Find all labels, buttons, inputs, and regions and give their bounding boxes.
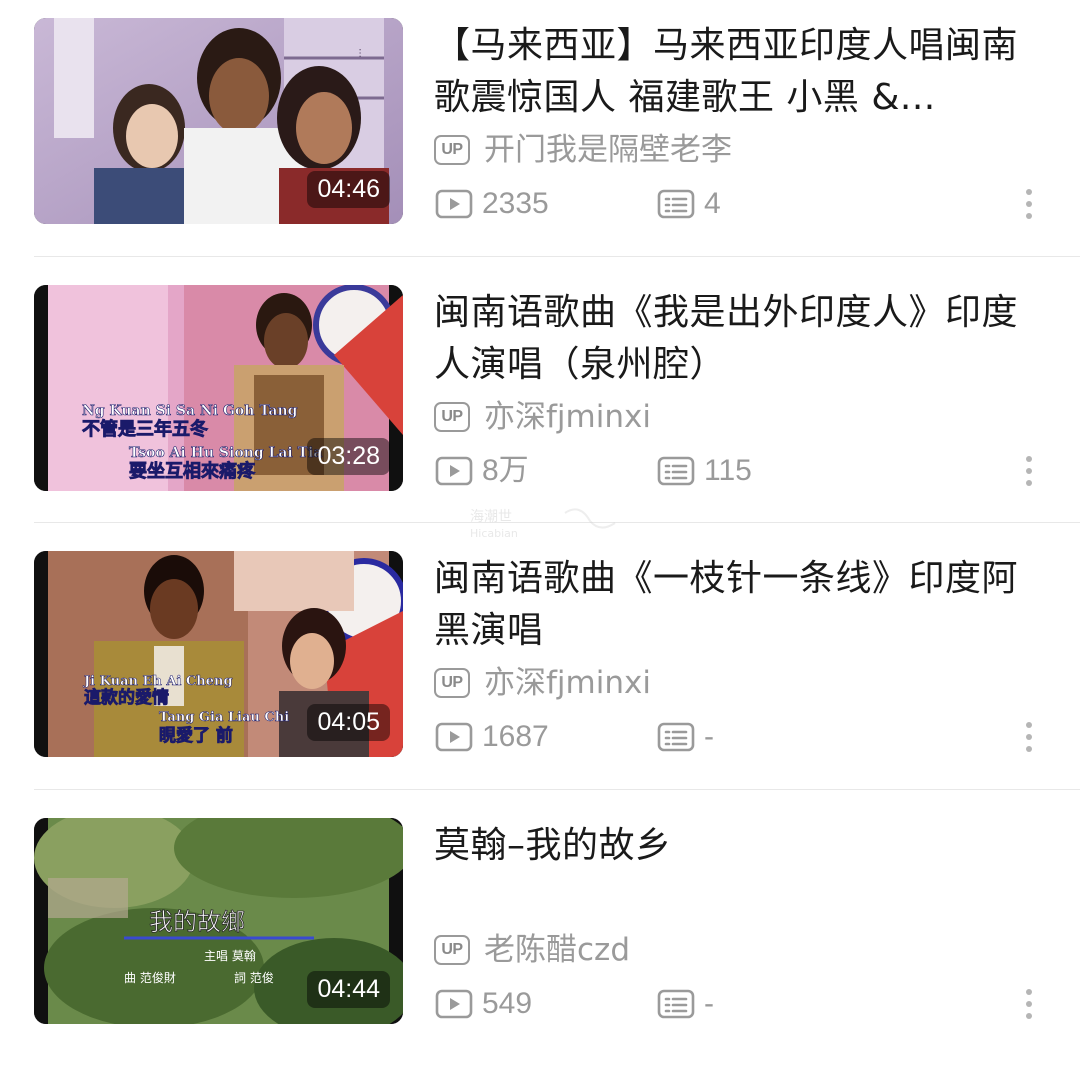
thumbnail-subtitle: 曲 范俊財 (124, 970, 176, 985)
uploader-name[interactable]: 开门我是隔壁老李 (484, 130, 732, 170)
uploader-row[interactable]: UP 亦深fjminxi (434, 397, 651, 437)
play-count-value: 549 (482, 987, 533, 1020)
video-thumbnail[interactable]: … 04:46 (34, 18, 403, 224)
uploader-row[interactable]: UP 开门我是隔壁老李 (434, 130, 732, 170)
up-badge-icon: UP (434, 135, 470, 165)
stats-row: 1687 - (434, 715, 1044, 759)
play-count-value: 2335 (482, 187, 549, 220)
more-dot (1026, 989, 1032, 995)
more-dot (1026, 734, 1032, 740)
divider (34, 256, 1080, 257)
video-list: … 04:46 【马来西亚】马来西亚印度人唱闽南歌震惊国人 福建歌王 小黑 &.… (0, 0, 1080, 1053)
thumbnail-subtitle: 要坐互相來痛疼 (129, 460, 256, 482)
more-vertical-icon[interactable] (1014, 182, 1044, 226)
play-count: 1687 (434, 715, 549, 759)
danmaku-icon (657, 189, 695, 219)
thumbnail-subtitle: 睍愛了 前 (159, 725, 233, 746)
more-dot (1026, 468, 1032, 474)
more-vertical-icon[interactable] (1014, 982, 1044, 1026)
duration-badge: 04:46 (307, 171, 390, 208)
up-badge-icon: UP (434, 402, 470, 432)
thumbnail-subtitle: Ng Kuan Si Sa Ni Goh Tang (82, 403, 298, 419)
danmaku-count-value: - (704, 987, 714, 1020)
more-vertical-icon[interactable] (1014, 449, 1044, 493)
play-count-value: 1687 (482, 720, 549, 753)
stats-row: 549 - (434, 982, 1044, 1026)
video-thumbnail[interactable]: 我的故鄉 主唱 莫翰 曲 范俊財 詞 范俊 04:44 (34, 818, 403, 1024)
danmaku-count-value: - (704, 720, 714, 753)
video-title[interactable]: 莫翰–我的故乡 (434, 820, 1054, 872)
danmaku-count-value: 4 (704, 187, 721, 220)
video-title[interactable]: 闽南语歌曲《我是出外印度人》印度人演唱（泉州腔） (434, 287, 1054, 391)
thumbnail-subtitle: 主唱 莫翰 (204, 948, 256, 963)
uploader-name[interactable]: 亦深fjminxi (484, 663, 651, 703)
more-dot (1026, 480, 1032, 486)
danmaku-count: 115 (656, 449, 752, 493)
more-dot (1026, 456, 1032, 462)
stats-row: 2335 4 (434, 182, 1044, 226)
thumbnail-subtitle: 不管是三年五冬 (82, 418, 208, 440)
more-vertical-icon[interactable] (1014, 715, 1044, 759)
play-icon (435, 722, 473, 752)
more-dot (1026, 189, 1032, 195)
danmaku-icon (657, 456, 695, 486)
thumbnail-subtitle: 我的故鄉 (149, 908, 245, 936)
play-count-value: 8万 (482, 454, 529, 487)
duration-badge: 04:44 (307, 971, 390, 1008)
watermark-logo: 海潮世 Hicabian (470, 508, 616, 540)
play-icon (435, 189, 473, 219)
up-badge-icon: UP (434, 668, 470, 698)
video-item[interactable]: Ji Kuan Eh Ai Cheng 這款的愛情 Tang Gia Liau … (0, 551, 1080, 817)
more-dot (1026, 201, 1032, 207)
divider (34, 789, 1080, 790)
more-dot (1026, 1013, 1032, 1019)
thumbnail-subtitle: Tang Gia Liau Chi (159, 710, 289, 725)
watermark-text: Hicabian (470, 527, 518, 540)
svg-text:…: … (357, 48, 368, 58)
danmaku-count: - (656, 982, 714, 1026)
thumbnail-subtitle: 詞 范俊 (234, 970, 274, 985)
play-count: 8万 (434, 449, 529, 493)
danmaku-icon (657, 722, 695, 752)
thumbnail-subtitle: Ji Kuan Eh Ai Cheng (83, 674, 233, 689)
more-dot (1026, 722, 1032, 728)
video-thumbnail[interactable]: Ji Kuan Eh Ai Cheng 這款的愛情 Tang Gia Liau … (34, 551, 403, 757)
thumbnail-subtitle: 這款的愛情 (84, 687, 169, 708)
video-item[interactable]: … 04:46 【马来西亚】马来西亚印度人唱闽南歌震惊国人 福建歌王 小黑 &.… (0, 18, 1080, 284)
danmaku-count: 4 (656, 182, 721, 226)
uploader-row[interactable]: UP 老陈醋czd (434, 930, 630, 970)
uploader-name[interactable]: 老陈醋czd (484, 930, 630, 970)
stats-row: 8万 115 (434, 449, 1044, 493)
play-icon (435, 989, 473, 1019)
uploader-name[interactable]: 亦深fjminxi (484, 397, 651, 437)
more-dot (1026, 746, 1032, 752)
video-thumbnail[interactable]: Ng Kuan Si Sa Ni Goh Tang 不管是三年五冬 Tsoo A… (34, 285, 403, 491)
up-badge-icon: UP (434, 935, 470, 965)
play-icon (435, 456, 473, 486)
danmaku-count: - (656, 715, 714, 759)
uploader-row[interactable]: UP 亦深fjminxi (434, 663, 651, 703)
more-dot (1026, 213, 1032, 219)
thumbnail-subtitle: Tsoo Ai Hu Siong Lai Tia (129, 445, 322, 461)
video-item[interactable]: 我的故鄉 主唱 莫翰 曲 范俊財 詞 范俊 04:44 莫翰–我的故乡 UP 老… (0, 818, 1080, 1084)
video-title[interactable]: 闽南语歌曲《一枝针一条线》印度阿黑演唱 (434, 553, 1054, 657)
duration-badge: 03:28 (307, 438, 390, 475)
danmaku-count-value: 115 (704, 454, 752, 487)
play-count: 2335 (434, 182, 549, 226)
watermark-text: 海潮世 (470, 509, 512, 525)
more-dot (1026, 1001, 1032, 1007)
duration-badge: 04:05 (307, 704, 390, 741)
danmaku-icon (657, 989, 695, 1019)
play-count: 549 (434, 982, 532, 1026)
video-title[interactable]: 【马来西亚】马来西亚印度人唱闽南歌震惊国人 福建歌王 小黑 &... (434, 20, 1054, 124)
